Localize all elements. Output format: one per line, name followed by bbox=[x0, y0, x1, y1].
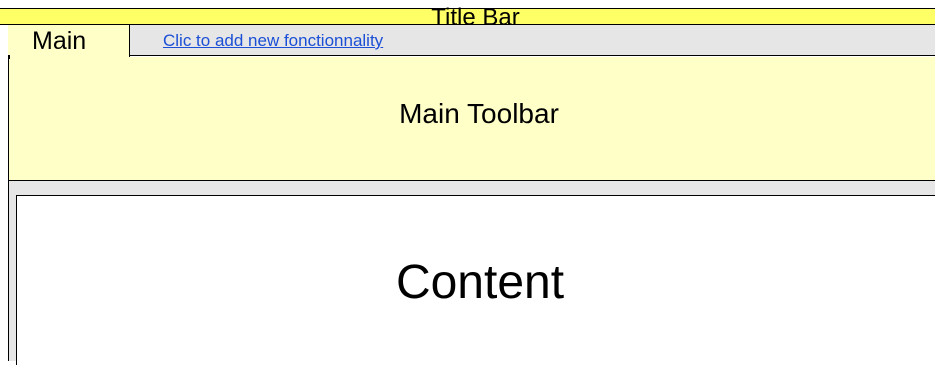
content-area: Content bbox=[16, 195, 935, 365]
main-toolbar: Main Toolbar bbox=[8, 57, 935, 181]
tab-bar-divider bbox=[8, 55, 10, 59]
add-functionality-link[interactable]: Clic to add new fonctionnality bbox=[163, 32, 383, 50]
main-toolbar-label: Main Toolbar bbox=[399, 98, 559, 129]
content-label: Content bbox=[395, 256, 565, 309]
tab-main-label: Main bbox=[32, 27, 87, 55]
title-bar-label: Title Bar bbox=[431, 4, 520, 31]
